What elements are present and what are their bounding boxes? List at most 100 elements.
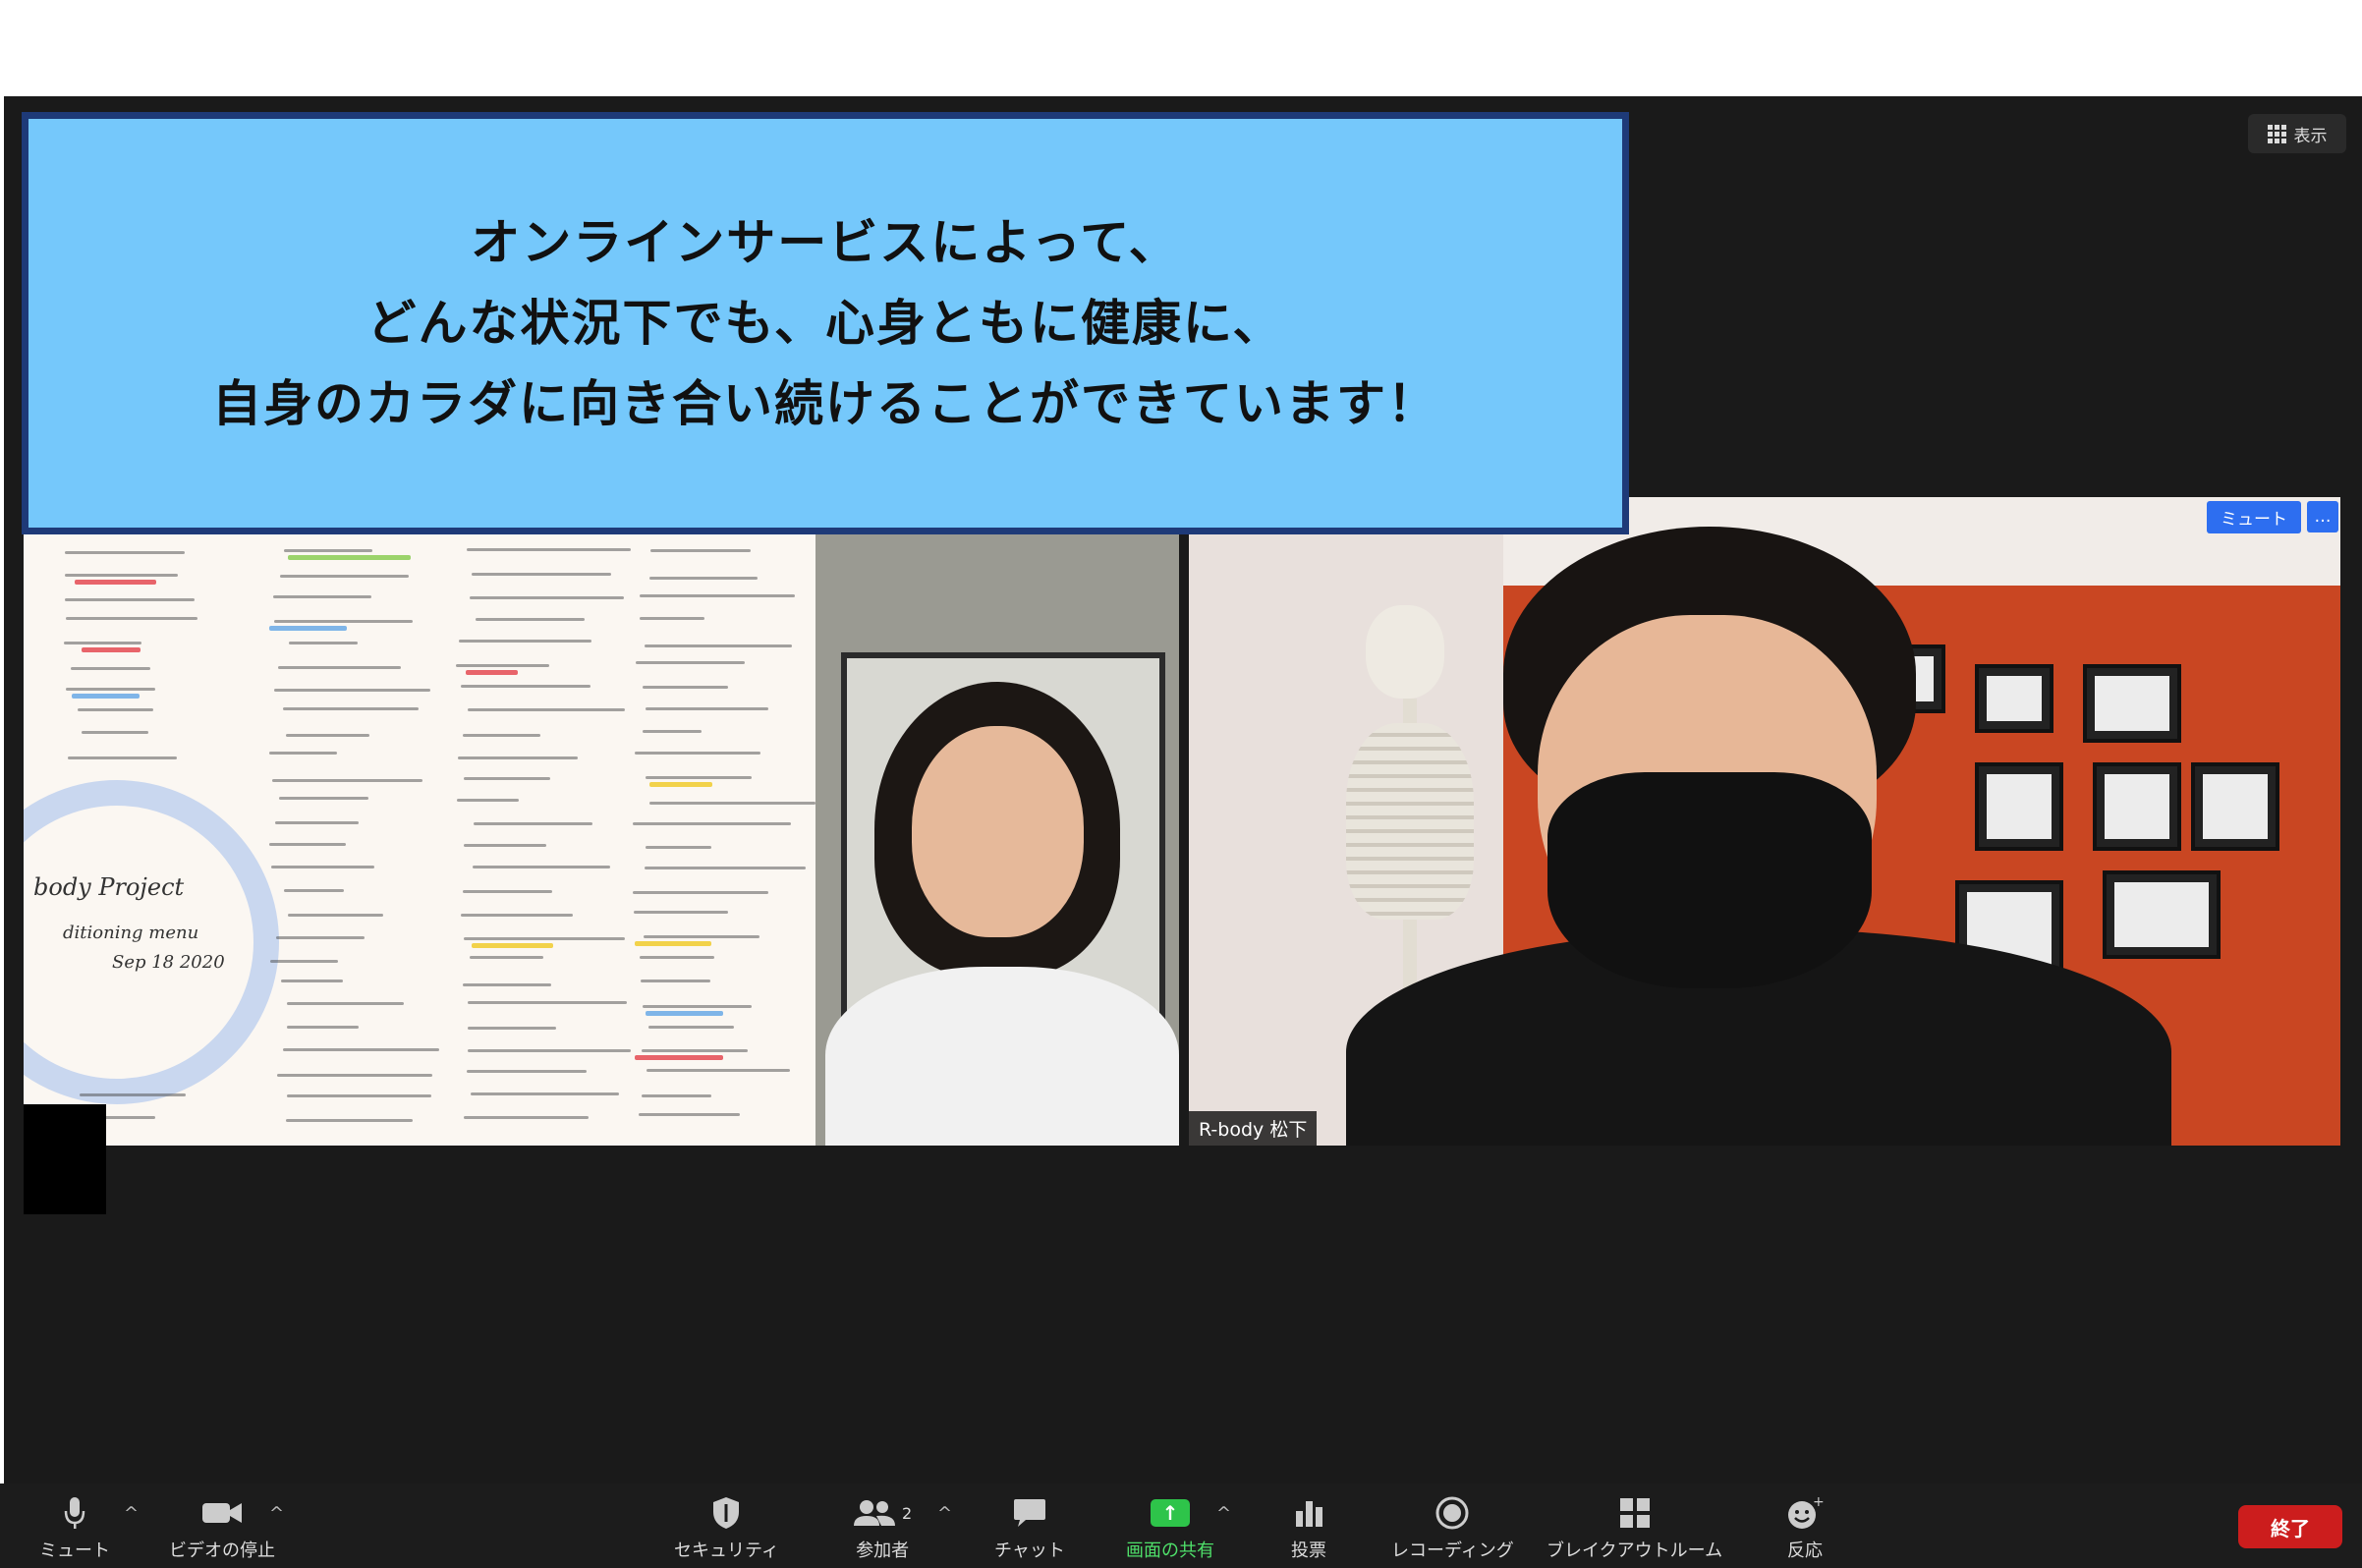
stop-video-label: ビデオの停止 <box>169 1540 275 1561</box>
video-tile-right[interactable]: R-body 松下 ミュート … <box>1189 497 2340 1146</box>
participant-more-button[interactable]: … <box>2307 501 2338 532</box>
whiteboard-note-line <box>284 548 373 552</box>
video-tile-left[interactable]: body Project ditioning menu Sep 18 2020 <box>24 534 1179 1146</box>
security-label: セキュリティ <box>674 1540 779 1561</box>
whiteboard-note-line <box>642 729 702 733</box>
whiteboard-note-line <box>66 688 156 692</box>
whiteboard-note-line <box>633 822 791 826</box>
whiteboard-note-line <box>273 594 371 598</box>
whiteboard-note-line <box>271 778 422 782</box>
whiteboard-note-line <box>278 666 401 670</box>
participants-button[interactable]: 2 参加者 <box>853 1493 912 1562</box>
whiteboard-note-line <box>646 1069 790 1073</box>
whiteboard-note-line <box>287 914 383 918</box>
whiteboard-note-line <box>470 956 544 960</box>
emoji-plus-icon: + <box>1786 1493 1824 1533</box>
participants-label: 参加者 <box>856 1540 910 1561</box>
whiteboard-highlight <box>472 943 553 949</box>
participant-background <box>815 534 1179 1146</box>
whiteboard-highlight <box>269 626 347 632</box>
whiteboard-note-line <box>71 666 151 670</box>
whiteboard-note-line <box>288 641 358 644</box>
end-meeting-button[interactable]: 終了 <box>2238 1505 2342 1548</box>
whiteboard-note-line <box>473 865 611 868</box>
whiteboard-note-line <box>640 617 704 621</box>
view-button[interactable]: 表示 <box>2248 114 2346 153</box>
microphone-icon <box>62 1493 87 1533</box>
whiteboard-note-line <box>460 914 573 918</box>
meeting-toolbar: ミュート ^ ビデオの停止 ^ セキュリティ 2 参加者 ^ チャット ↑ 画面… <box>0 1484 2362 1568</box>
whiteboard-note-line <box>274 688 430 692</box>
share-screen-label: 画面の共有 <box>1126 1540 1214 1561</box>
grid-view-icon <box>2267 124 2286 143</box>
whiteboard-note-line <box>457 756 579 760</box>
whiteboard-note-line <box>645 644 792 647</box>
whiteboard-highlight <box>288 554 411 560</box>
whiteboard-note-line <box>638 1113 741 1117</box>
whiteboard-note-line <box>471 573 612 577</box>
whiteboard-note-line <box>462 890 552 894</box>
whiteboard-note-line <box>282 1047 440 1051</box>
whiteboard-highlight <box>646 1010 724 1016</box>
whiteboard-note-line <box>463 1116 589 1120</box>
whiteboard-note-line <box>646 707 768 711</box>
share-options-caret[interactable]: ^ <box>1216 1503 1231 1524</box>
video-options-caret[interactable]: ^ <box>269 1503 284 1524</box>
face-mask <box>1547 772 1872 988</box>
chat-button[interactable]: チャット <box>994 1493 1065 1562</box>
participant-mute-button[interactable]: ミュート <box>2207 501 2301 533</box>
whiteboard-note-line <box>284 889 345 893</box>
whiteboard-title: body Project <box>33 873 185 901</box>
polling-button[interactable]: 投票 <box>1291 1493 1326 1562</box>
svg-text:+: + <box>1813 1495 1824 1510</box>
breakout-grid-icon <box>1618 1493 1652 1533</box>
share-screen-button[interactable]: ↑ 画面の共有 <box>1126 1493 1214 1562</box>
whiteboard-note-line <box>643 685 729 689</box>
participants-options-caret[interactable]: ^ <box>937 1503 952 1524</box>
black-overlay-square <box>24 1104 106 1214</box>
whiteboard-note-line <box>269 752 338 756</box>
whiteboard-highlight <box>82 646 141 652</box>
whiteboard-note-line <box>286 1025 360 1029</box>
whiteboard-highlight <box>466 670 519 676</box>
polling-label: 投票 <box>1291 1540 1326 1561</box>
bar-chart-icon <box>1293 1493 1324 1533</box>
whiteboard-note-line <box>463 844 547 848</box>
whiteboard-note-line <box>64 573 179 577</box>
breakout-rooms-button[interactable]: ブレイクアウトルーム <box>1547 1493 1722 1562</box>
whiteboard-note-line <box>287 1094 431 1098</box>
mute-options-caret[interactable]: ^ <box>124 1503 139 1524</box>
security-button[interactable]: セキュリティ <box>674 1493 779 1562</box>
whiteboard-note-line <box>64 597 195 601</box>
whiteboard-highlight <box>649 781 712 787</box>
participants-count: 2 <box>902 1503 913 1523</box>
whiteboard-note-line <box>647 1025 735 1029</box>
record-label: レコーディング <box>1391 1540 1514 1561</box>
mute-button[interactable]: ミュート <box>39 1493 110 1562</box>
whiteboard-note-line <box>633 891 769 895</box>
whiteboard-note-line <box>278 797 368 801</box>
participant-name-tag: R-body 松下 <box>1189 1111 1318 1146</box>
video-camera-icon <box>200 1493 244 1533</box>
reactions-button[interactable]: + 反応 <box>1786 1493 1824 1562</box>
whiteboard-highlight <box>634 940 711 946</box>
shield-icon <box>710 1493 742 1533</box>
whiteboard-note-line <box>467 1027 557 1031</box>
whiteboard-note-line <box>646 775 752 779</box>
whiteboard-note-line <box>641 979 711 982</box>
whiteboard-note-line <box>277 1073 432 1077</box>
stop-video-button[interactable]: ビデオの停止 <box>169 1493 275 1562</box>
whiteboard-note-line <box>463 982 552 986</box>
whiteboard-date: Sep 18 2020 <box>112 952 225 973</box>
record-button[interactable]: レコーディング <box>1391 1493 1514 1562</box>
whiteboard-note-line <box>274 821 360 825</box>
whiteboard-note-line <box>467 1070 587 1073</box>
whiteboard-note-line <box>65 550 185 554</box>
banner-line-1: オンラインサービスによって、 <box>471 214 1180 271</box>
whiteboard-note-line <box>634 910 728 914</box>
participant-face <box>912 726 1084 937</box>
participant-body <box>825 967 1179 1146</box>
whiteboard-note-line <box>649 576 758 580</box>
whiteboard-note-line <box>467 707 625 711</box>
whiteboard-note-line <box>285 734 369 738</box>
